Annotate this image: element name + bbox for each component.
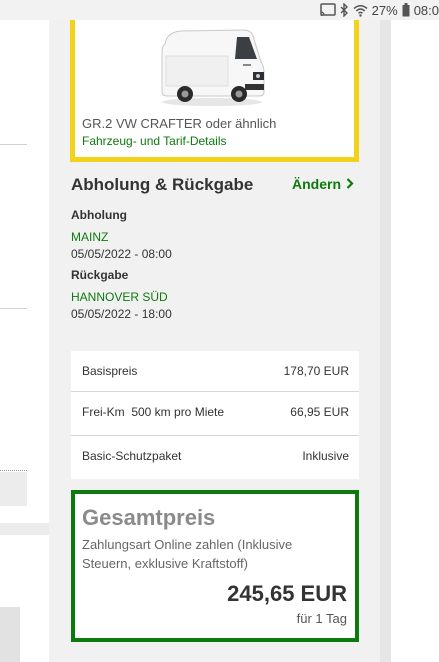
wifi-icon: [353, 4, 368, 17]
total-period: für 1 Tag: [296, 611, 347, 626]
vehicle-card: GR.2 VW CRAFTER oder ähnlich Fahrzeug- u…: [70, 20, 359, 162]
pickup-label: Abholung: [71, 208, 127, 222]
background-box: [0, 607, 20, 662]
price-label: Basispreis: [82, 364, 138, 378]
van-image: [161, 29, 265, 106]
pickup-location: MAINZ: [71, 230, 109, 244]
divider: [0, 470, 27, 471]
status-icons: 27% 08:0: [319, 1, 439, 19]
background-page-right: [391, 20, 439, 662]
price-label: Basic-Schutzpaket: [82, 449, 182, 463]
booking-summary: GR.2 VW CRAFTER oder ähnlich Fahrzeug- u…: [49, 20, 380, 662]
battery-percent: 27%: [371, 2, 398, 18]
pickup-datetime: 05/05/2022 - 08:00: [71, 247, 172, 261]
total-title: Gesamtpreis: [82, 505, 216, 530]
price-row-protection: Basic-Schutzpaket Inklusive: [71, 436, 359, 478]
divider: [0, 144, 27, 145]
total-description: Zahlungsart Online zahlen (Inklusive Ste…: [82, 537, 293, 571]
price-row-base: Basispreis 178,70 EUR: [71, 351, 359, 393]
status-bar: 27% 08:0: [0, 0, 439, 20]
price-row-mileage: Frei-Km 500 km pro Miete 66,95 EUR: [71, 392, 359, 434]
bluetooth-icon: [340, 3, 349, 17]
price-value: 178,70 EUR: [283, 364, 349, 378]
cast-icon: [319, 3, 336, 17]
vehicle-details-link[interactable]: Fahrzeug- und Tarif-Details: [82, 134, 227, 148]
price-value: Inklusive: [302, 449, 349, 463]
price-table: Basispreis 178,70 EUR Frei-Km 500 km pro…: [71, 351, 359, 479]
return-datetime: 05/05/2022 - 18:00: [71, 307, 172, 321]
divider: [0, 308, 27, 309]
return-label: Rückgabe: [71, 268, 129, 282]
change-button[interactable]: Ändern: [292, 176, 354, 192]
background-page-panel: [0, 20, 49, 662]
section-gap: [0, 523, 49, 535]
battery-icon: [402, 3, 410, 17]
price-label: Frei-Km 500 km pro Miete: [82, 405, 225, 419]
price-value: 66,95 EUR: [290, 405, 349, 419]
pickup-return-title: Abholung & Rückgabe: [71, 175, 254, 194]
clock: 08:0: [413, 2, 439, 18]
total-amount: 245,65 EUR: [227, 581, 347, 606]
chevron-right-icon: [346, 176, 354, 192]
vehicle-name: GR.2 VW CRAFTER oder ähnlich: [82, 116, 277, 131]
background-field: [0, 472, 27, 506]
return-location: HANNOVER SÜD: [71, 290, 168, 304]
change-label: Ändern: [292, 176, 341, 192]
side-strip: [380, 20, 391, 662]
total-price-card: Gesamtpreis Zahlungsart Online zahlen (I…: [71, 490, 359, 642]
